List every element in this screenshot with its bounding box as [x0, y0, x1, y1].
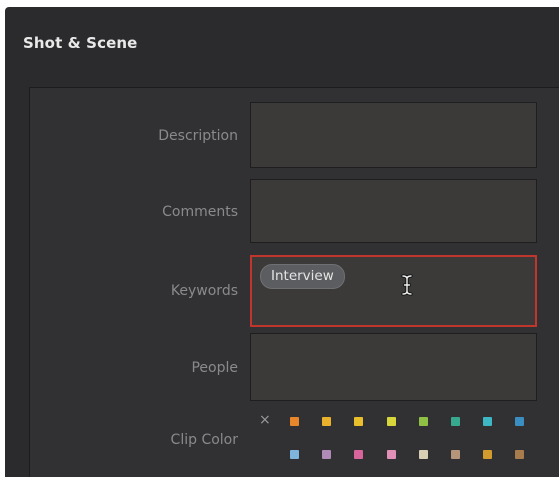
clip-color-swatch[interactable]	[515, 417, 525, 426]
keywords-field[interactable]: Interview	[250, 255, 537, 327]
comments-label: Comments	[162, 204, 238, 220]
text-cursor-icon	[401, 274, 413, 296]
keyword-tag[interactable]: Interview	[260, 264, 345, 289]
clip-color-swatch[interactable]	[354, 450, 364, 459]
people-label: People	[191, 360, 238, 376]
clip-color-swatch[interactable]	[322, 450, 332, 459]
clip-color-swatch[interactable]	[322, 417, 332, 426]
clip-color-swatch[interactable]	[483, 450, 493, 459]
metadata-form: Description Comments Keywords Interview …	[29, 87, 559, 477]
comments-field[interactable]	[250, 179, 537, 243]
clip-color-swatch[interactable]	[386, 417, 396, 426]
clip-color-swatch[interactable]	[418, 450, 428, 459]
clip-color-swatch[interactable]	[515, 450, 525, 459]
description-field[interactable]	[250, 102, 537, 168]
clip-color-swatch[interactable]	[451, 450, 460, 459]
clear-color-icon[interactable]: ×	[259, 412, 271, 428]
people-field[interactable]	[250, 333, 537, 401]
clip-color-swatch[interactable]	[290, 417, 299, 426]
clip-color-swatch[interactable]	[418, 417, 428, 426]
keywords-label: Keywords	[170, 283, 238, 299]
clip-color-swatch[interactable]	[386, 450, 396, 459]
clip-color-swatch[interactable]	[451, 417, 460, 426]
description-label: Description	[158, 128, 238, 144]
clip-color-swatch[interactable]	[483, 417, 493, 426]
clip-color-label: Clip Color	[170, 432, 238, 448]
clip-color-swatch[interactable]	[354, 417, 364, 426]
clip-color-swatch[interactable]	[290, 450, 299, 459]
panel-title: Shot & Scene	[23, 34, 138, 52]
